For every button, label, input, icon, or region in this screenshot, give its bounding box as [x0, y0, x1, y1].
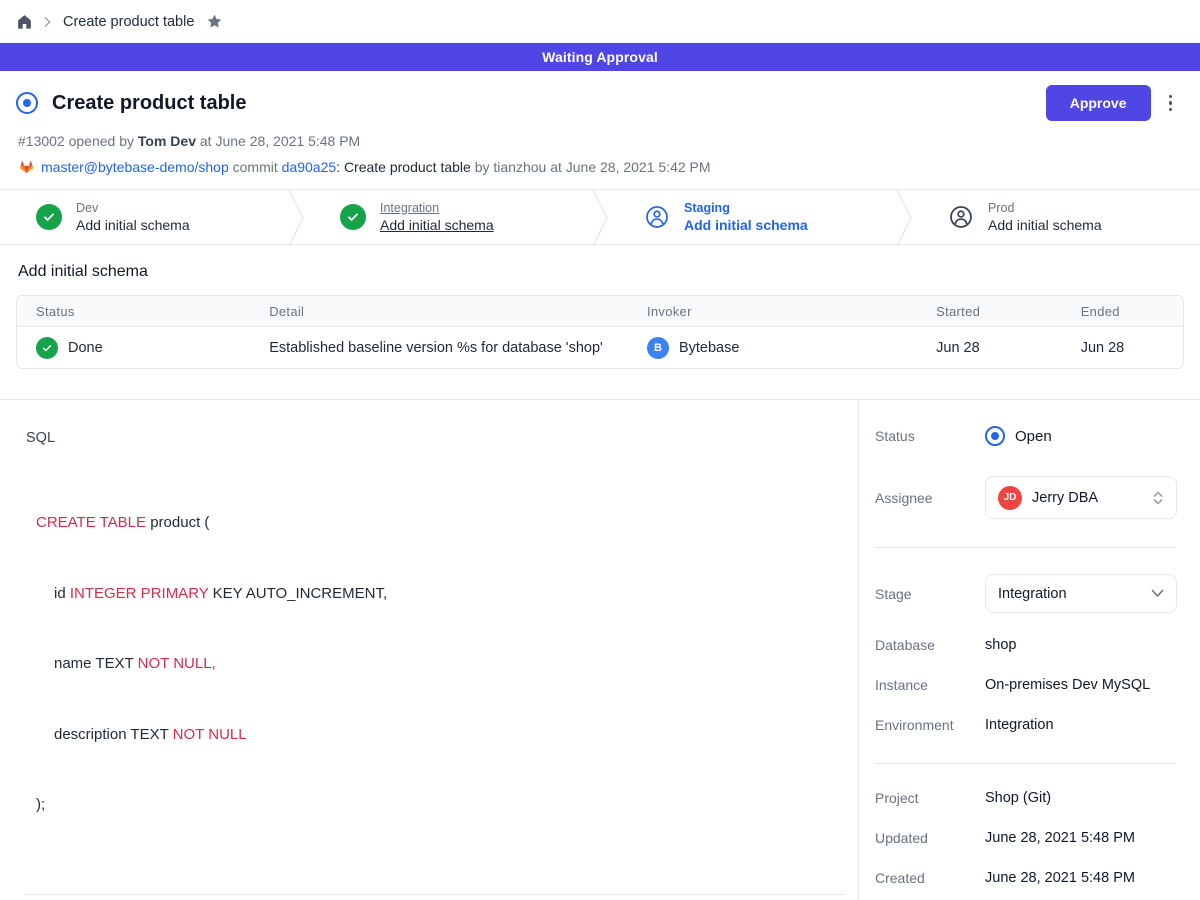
task-table: Status Detail Invoker Started Ended Done… [16, 295, 1184, 369]
updated-label: Updated [875, 830, 985, 846]
assignee-avatar: JD [998, 486, 1022, 510]
check-circle-icon [340, 204, 366, 230]
assignee-select[interactable]: JD Jerry DBA [985, 476, 1177, 519]
divider [24, 894, 844, 895]
stage-separator [592, 190, 608, 244]
stage-env-label: Staging [684, 200, 808, 216]
task-ended-text: Jun 28 [1062, 340, 1183, 356]
instance-label: Instance [875, 677, 985, 693]
check-circle-icon [36, 337, 58, 359]
user-circle-icon [948, 204, 974, 230]
stage-prod[interactable]: Prod Add initial schema [912, 190, 1200, 244]
status-label: Status [875, 428, 985, 444]
created-value: June 28, 2021 5:48 PM [985, 870, 1176, 886]
divider [875, 763, 1176, 764]
stage-dev[interactable]: Dev Add initial schema [0, 190, 288, 244]
task-table-row[interactable]: Done Established baseline version %s for… [17, 327, 1183, 368]
status-banner: Waiting Approval [0, 43, 1200, 71]
stage-integration[interactable]: Integration Add initial schema [304, 190, 592, 244]
issue-meta: #13002 opened by Tom Dev at June 28, 202… [18, 133, 1176, 149]
chevron-down-icon [1151, 589, 1164, 598]
instance-value[interactable]: On-premises Dev MySQL [985, 677, 1176, 693]
stage-task-label: Add initial schema [76, 216, 190, 234]
check-circle-icon [36, 204, 62, 230]
updated-value: June 28, 2021 5:48 PM [985, 830, 1176, 846]
issue-sidebar: Status Open Assignee JD Jerry DBA Stage … [858, 400, 1200, 900]
breadcrumb: Create product table [0, 0, 1200, 43]
commit-branch-link[interactable]: master@bytebase-demo/shop [41, 159, 229, 175]
star-icon[interactable] [206, 13, 223, 30]
bytebase-avatar: B [647, 337, 669, 359]
environment-value[interactable]: Integration [985, 717, 1176, 733]
database-label: Database [875, 637, 985, 653]
approve-button[interactable]: Approve [1046, 85, 1151, 121]
task-section-title: Add initial schema [18, 263, 1184, 281]
task-table-header: Status Detail Invoker Started Ended [17, 296, 1183, 327]
stage-task-label: Add initial schema [988, 216, 1102, 234]
issue-author: Tom Dev [138, 133, 196, 149]
stage-task-label: Add initial schema [380, 216, 494, 234]
home-icon[interactable] [16, 13, 33, 30]
gitlab-icon [18, 159, 35, 175]
divider [875, 547, 1176, 548]
stage-separator [288, 190, 304, 244]
stage-select[interactable]: Integration [985, 574, 1177, 613]
stage-separator [896, 190, 912, 244]
stage-env-label: Dev [76, 200, 190, 216]
sql-label: SQL [26, 430, 834, 446]
stage-staging[interactable]: Staging Add initial schema [608, 190, 896, 244]
up-down-chevron-icon [1152, 490, 1164, 506]
issue-header: Create product table Approve #13002 open… [0, 71, 1200, 189]
stage-task-label: Add initial schema [684, 216, 808, 234]
status-value: Open [1015, 428, 1052, 445]
user-circle-icon [644, 204, 670, 230]
stage-env-label: Prod [988, 200, 1102, 216]
stage-env-label: Integration [380, 200, 494, 216]
created-label: Created [875, 870, 985, 886]
commit-hash-link[interactable]: da90a25 [282, 159, 337, 175]
breadcrumb-page-title[interactable]: Create product table [63, 14, 194, 30]
issue-title: Create product table [52, 92, 246, 115]
issue-main-column: SQL CREATE TABLE product ( id INTEGER PR… [0, 400, 858, 900]
chevron-right-icon [43, 16, 53, 28]
open-status-icon [985, 426, 1005, 446]
sql-code-block: CREATE TABLE product ( id INTEGER PRIMAR… [36, 464, 834, 864]
task-invoker-text: Bytebase [679, 340, 739, 356]
pipeline-stages: Dev Add initial schema Integration Add i… [0, 189, 1200, 245]
task-detail-text: Established baseline version %s for data… [250, 340, 628, 356]
project-value[interactable]: Shop (Git) [985, 790, 1176, 806]
task-section: Add initial schema Status Detail Invoker… [0, 245, 1200, 383]
task-started-text: Jun 28 [917, 340, 1062, 356]
commit-line: master@bytebase-demo/shop commit da90a25… [18, 159, 1176, 175]
task-status-text: Done [68, 340, 103, 356]
issue-open-status-icon [16, 92, 38, 114]
kebab-menu-icon[interactable] [1165, 91, 1177, 116]
database-value[interactable]: shop [985, 637, 1176, 653]
assignee-label: Assignee [875, 490, 985, 506]
environment-label: Environment [875, 717, 985, 733]
project-label: Project [875, 790, 985, 806]
stage-label: Stage [875, 586, 985, 602]
